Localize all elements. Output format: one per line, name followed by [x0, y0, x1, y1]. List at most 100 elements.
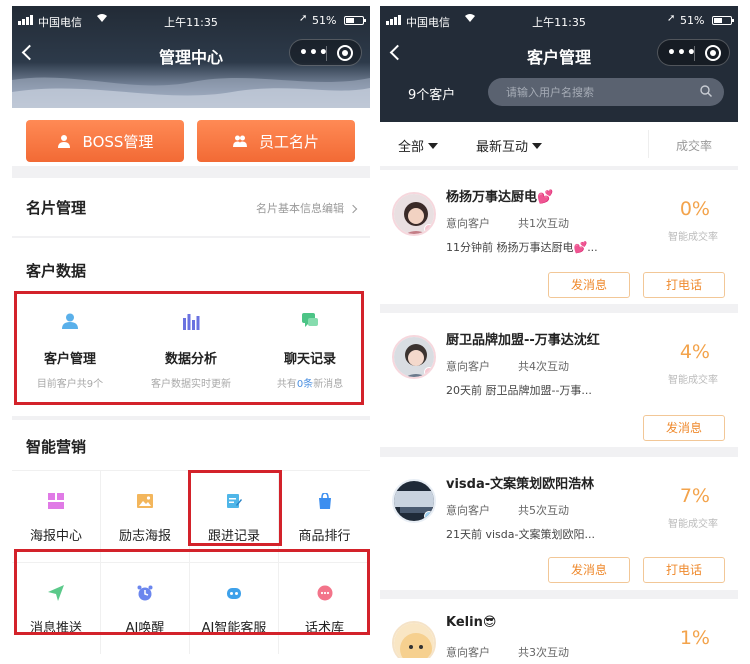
call-button[interactable]: 打电话	[643, 557, 725, 583]
filter-all-label: 全部	[398, 140, 425, 155]
chat-history-label: 聊天记录	[283, 352, 336, 367]
ai-customer-service-entry[interactable]: AI智能客服	[190, 562, 279, 654]
avatar	[392, 479, 436, 523]
customer-search-box[interactable]	[488, 78, 724, 106]
sort-by-rate[interactable]: 成交率	[676, 137, 712, 154]
status-bar: 中国电信 上午11:35 ➚ 51%	[12, 6, 370, 34]
customer-data-title: 客户数据	[26, 262, 87, 280]
interaction-count: 共4次互动	[518, 360, 569, 373]
filter-bar: 全部 最新互动 成交率	[380, 122, 738, 166]
ai-wakeup-label: AI唤醒	[125, 621, 165, 636]
message-push-entry[interactable]: 消息推送	[12, 562, 101, 654]
avatar-badge	[424, 367, 434, 377]
customer-name: 厨卫品牌加盟--万事达沈红	[446, 333, 600, 348]
management-center-screen: 中国电信 上午11:35 ➚ 51% 管理中心 ••• BOSS管理 员工名片 …	[12, 6, 370, 658]
product-ranking-entry[interactable]: 商品排行	[279, 470, 370, 562]
script-library-entry[interactable]: 话术库	[279, 562, 370, 654]
team-icon	[232, 135, 247, 147]
boss-management-label: BOSS管理	[82, 132, 154, 151]
customer-count: 9个客户	[408, 88, 456, 103]
chat-history-entry[interactable]: 聊天记录 共有0条新消息	[252, 312, 368, 390]
motivational-poster-label: 励志海报	[118, 529, 171, 544]
customer-count-text: 目前客户共9个	[36, 379, 104, 390]
miniprogram-capsule: •••	[289, 39, 362, 66]
marketing-grid: 海报中心 励志海报 跟进记录 商品排行 消息推送 AI唤醒 AI智能客服 话术库	[12, 470, 370, 658]
battery-icon	[712, 16, 734, 25]
send-message-button[interactable]: 发消息	[548, 557, 630, 583]
deal-rate: 4%	[679, 341, 710, 363]
smart-marketing-title: 智能营销	[26, 438, 87, 456]
close-miniprogram-icon[interactable]	[705, 45, 721, 61]
customer-name: visda-文案策划欧阳浩林	[446, 477, 595, 492]
customer-tag: 意向客户	[446, 504, 490, 517]
deal-rate-label: 智能成交率	[668, 375, 718, 386]
interaction-count: 共5次互动	[518, 504, 569, 517]
more-icon[interactable]: •••	[299, 45, 329, 61]
customer-card[interactable]: 杨扬万事达厨电💕 意向客户 共1次互动 11分钟前 杨扬万事达厨电💕... 0%…	[380, 170, 738, 304]
customer-management-label: 客户管理	[43, 352, 96, 367]
battery-percent: 51%	[680, 14, 705, 27]
last-interaction: 20天前 厨卫品牌加盟--万事...	[446, 384, 592, 397]
edit-note-icon	[227, 494, 242, 508]
motivational-poster-entry[interactable]: 励志海报	[101, 470, 190, 562]
card-management-title: 名片管理	[26, 199, 87, 217]
location-icon: ➚	[299, 13, 308, 24]
chat-icon	[302, 313, 318, 327]
bar-chart-icon	[183, 314, 200, 330]
image-icon	[137, 494, 153, 508]
customer-name: 杨扬万事达厨电💕	[446, 190, 554, 205]
filter-recent-dropdown[interactable]: 最新互动	[476, 136, 543, 155]
send-icon	[48, 585, 64, 601]
avatar-photo	[394, 623, 434, 658]
capsule-divider	[326, 46, 327, 61]
ai-wakeup-entry[interactable]: AI唤醒	[101, 562, 190, 654]
interaction-count: 共1次互动	[518, 217, 569, 230]
avatar-badge	[424, 224, 434, 234]
ai-customer-service-label: AI智能客服	[201, 621, 267, 636]
more-icon[interactable]: •••	[667, 45, 697, 61]
customer-card[interactable]: Kelin😎 意向客户 共3次互动 1%	[380, 599, 738, 658]
smart-marketing-section: 智能营销 海报中心 励志海报 跟进记录 商品排行 消息推送 AI唤醒 AI智能客…	[12, 420, 370, 658]
data-analysis-label: 数据分析	[164, 352, 217, 367]
status-bar: 中国电信 上午11:35 ➚ 51%	[380, 6, 738, 34]
customer-card[interactable]: 厨卫品牌加盟--万事达沈红 意向客户 共4次互动 20天前 厨卫品牌加盟--万事…	[380, 313, 738, 447]
avatar	[392, 192, 436, 236]
caret-down-icon	[428, 143, 439, 149]
battery-percent: 51%	[312, 14, 337, 27]
battery-icon	[344, 16, 366, 25]
customer-management-entry[interactable]: 客户管理 目前客户共9个	[12, 312, 128, 390]
miniprogram-capsule: •••	[657, 39, 730, 66]
customer-name: Kelin😎	[446, 615, 497, 630]
send-message-button[interactable]: 发消息	[548, 272, 630, 298]
follow-up-record-entry[interactable]: 跟进记录	[190, 470, 279, 562]
speech-bubble-icon	[317, 585, 332, 601]
poster-center-label: 海报中心	[29, 529, 82, 544]
avatar-badge	[424, 511, 434, 521]
customer-tag: 意向客户	[446, 646, 490, 658]
staff-card-label: 员工名片	[258, 132, 319, 151]
staff-card-button[interactable]: 员工名片	[197, 120, 355, 162]
search-input[interactable]	[506, 83, 686, 101]
location-icon: ➚	[667, 13, 676, 24]
poster-center-entry[interactable]: 海报中心	[12, 470, 101, 562]
last-interaction: 21天前 visda-文案策划欧阳...	[446, 528, 595, 541]
close-miniprogram-icon[interactable]	[337, 45, 353, 61]
poster-grid-icon	[48, 493, 64, 509]
nav-bar: 管理中心 •••	[12, 34, 370, 76]
card-management-row[interactable]: 名片管理 名片基本信息编辑	[12, 178, 370, 236]
customer-card[interactable]: visda-文案策划欧阳浩林 意向客户 共5次互动 21天前 visda-文案策…	[380, 457, 738, 590]
call-button[interactable]: 打电话	[643, 272, 725, 298]
caret-down-icon	[532, 143, 543, 149]
avatar	[392, 335, 436, 379]
deal-rate: 1%	[679, 627, 710, 649]
data-analysis-entry[interactable]: 数据分析 客户数据实时更新	[133, 312, 249, 390]
header-wave-decoration	[12, 77, 370, 110]
card-info-edit-link[interactable]: 名片基本信息编辑	[256, 200, 358, 216]
boss-management-button[interactable]: BOSS管理	[26, 120, 184, 162]
capsule-divider	[694, 46, 695, 61]
send-message-button[interactable]: 发消息	[643, 415, 725, 441]
filter-all-dropdown[interactable]: 全部	[398, 136, 439, 155]
search-icon[interactable]	[700, 85, 712, 97]
last-interaction: 11分钟前 杨扬万事达厨电💕...	[446, 241, 598, 254]
chat-sub-suffix: 新消息	[313, 379, 344, 390]
